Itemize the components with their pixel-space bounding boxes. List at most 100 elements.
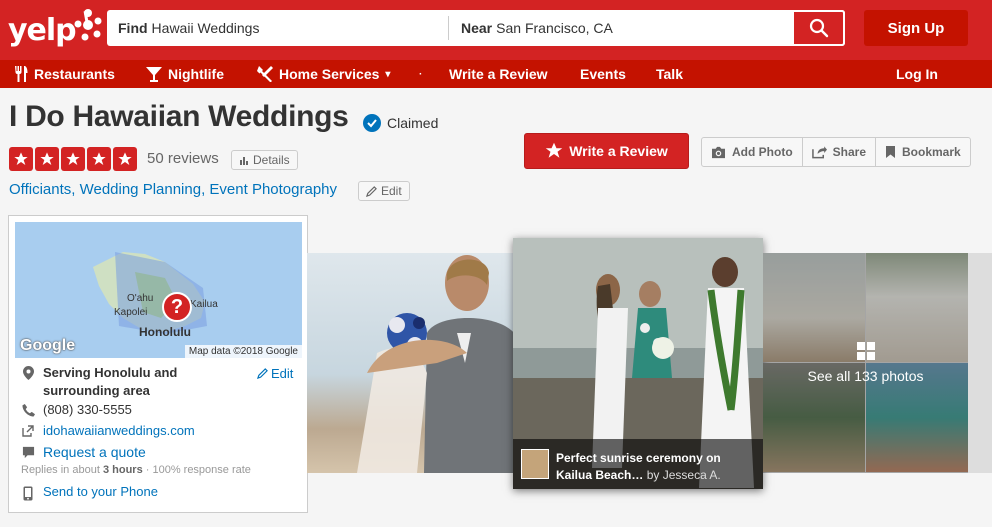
map[interactable]: O'ahu Kapolei Kailua Honolulu ? Google M…	[15, 222, 302, 358]
pencil-icon	[257, 368, 268, 379]
nav-label: Home Services	[279, 66, 380, 82]
nav-events[interactable]: Events	[580, 60, 626, 88]
response-rate: · 100% response rate	[142, 464, 251, 476]
response-time: 3 hours	[102, 464, 143, 476]
nav-home-services[interactable]: Home Services ▾	[257, 60, 390, 88]
search-button[interactable]	[792, 10, 845, 46]
star-icon	[87, 147, 111, 171]
caption-text: Perfect sunrise ceremony on Kailua Beach…	[556, 450, 756, 484]
claimed-badge: Claimed	[363, 114, 438, 132]
website-row: idohawaiianweddings.com	[21, 423, 195, 438]
nav-write-review[interactable]: Write a Review	[449, 60, 548, 88]
star-icon	[35, 147, 59, 171]
add-photo-button[interactable]: Add Photo	[702, 138, 803, 166]
write-review-label: Write a Review	[569, 143, 668, 159]
sign-up-button[interactable]: Sign Up	[864, 10, 968, 46]
nav-bar: Restaurants Nightlife Home Services ▾ · …	[0, 60, 992, 88]
cocktail-icon	[146, 67, 162, 82]
response-prefix: Replies in about	[21, 464, 103, 476]
nav-talk[interactable]: Talk	[656, 60, 683, 88]
star-icon	[545, 142, 563, 158]
nav-nightlife[interactable]: Nightlife	[146, 60, 224, 88]
near-field[interactable]: Near San Francisco, CA	[449, 10, 793, 46]
external-link-icon	[21, 425, 35, 437]
bar-chart-icon	[240, 157, 248, 165]
location-pin-icon	[21, 366, 35, 380]
map-pin-icon[interactable]: ?	[162, 292, 192, 322]
pencil-icon	[366, 185, 377, 197]
details-button[interactable]: Details	[231, 150, 298, 170]
find-value[interactable]: Hawaii Weddings	[152, 20, 260, 36]
find-field[interactable]: Find Hawaii Weddings	[107, 16, 449, 40]
share-button[interactable]: Share	[803, 138, 877, 166]
see-all-photos[interactable]: See all 133 photos	[763, 253, 968, 473]
burst-icon	[74, 9, 102, 41]
edit-categories-button[interactable]: Edit	[358, 181, 410, 201]
phone-number: (808) 330-5555	[43, 402, 132, 417]
website-link[interactable]: idohawaiianweddings.com	[43, 423, 195, 438]
mobile-phone-icon	[21, 486, 35, 501]
service-area: Serving Honolulu and surrounding area	[43, 365, 178, 398]
star-icon	[113, 147, 137, 171]
response-text: Replies in about 3 hours · 100% response…	[21, 464, 251, 476]
send-to-phone-link[interactable]: Send to your Phone	[43, 484, 158, 499]
caption-author[interactable]: by Jesseca A.	[647, 468, 721, 482]
find-label: Find	[118, 20, 148, 36]
logo-text: yelp	[8, 12, 77, 48]
claimed-label: Claimed	[387, 115, 439, 131]
action-button-group: Add Photo Share Bookmark	[701, 137, 971, 167]
star-rating	[9, 147, 137, 171]
chevron-down-icon: ▾	[385, 68, 391, 80]
near-value[interactable]: San Francisco, CA	[496, 20, 613, 36]
request-quote-link[interactable]: Request a quote	[43, 444, 146, 460]
star-icon	[9, 147, 33, 171]
business-name: I Do Hawaiian Weddings	[9, 100, 349, 133]
response-stats: Replies in about 3 hours · 100% response…	[21, 464, 251, 476]
yelp-logo[interactable]: yelp	[8, 9, 102, 50]
nav-login[interactable]: Log In	[896, 60, 938, 88]
location-box: O'ahu Kapolei Kailua Honolulu ? Google M…	[8, 215, 308, 513]
review-count[interactable]: 50 reviews	[147, 150, 219, 167]
search-bar: Find Hawaii Weddings Near San Francisco,…	[107, 10, 845, 46]
see-all-label: See all 133 photos	[807, 368, 924, 384]
map-label-kapolei: Kapolei	[114, 307, 147, 318]
map-label-kailua: Kailua	[190, 299, 218, 310]
nav-restaurants[interactable]: Restaurants	[14, 60, 115, 88]
phone-row: (808) 330-5555	[21, 402, 132, 417]
add-photo-label: Add Photo	[732, 145, 793, 159]
top-header: yelp Find Hawaii Weddings Near San Franc…	[0, 0, 992, 60]
speech-bubble-icon	[21, 446, 35, 459]
featured-caption: Perfect sunrise ceremony on Kailua Beach…	[513, 439, 763, 489]
category-link[interactable]: Wedding Planning	[80, 181, 201, 198]
wedding-photo[interactable]	[307, 253, 514, 473]
verified-check-icon	[363, 114, 381, 132]
share-icon	[811, 146, 827, 159]
details-label: Details	[253, 153, 290, 167]
send-to-phone-row: Send to your Phone	[21, 484, 158, 501]
featured-photo[interactable]: Perfect sunrise ceremony on Kailua Beach…	[513, 238, 763, 489]
user-avatar[interactable]	[521, 449, 549, 479]
map-credit: Map data ©2018 Google	[184, 345, 302, 358]
nav-separator: ·	[419, 68, 423, 80]
edit-service-area-link[interactable]: Edit	[257, 366, 293, 381]
nav-label: Nightlife	[168, 66, 224, 82]
tools-icon	[257, 66, 273, 82]
request-quote-row: Request a quote	[21, 444, 146, 460]
category-link[interactable]: Officiants	[9, 181, 71, 198]
edit-label: Edit	[381, 184, 402, 198]
bookmark-button[interactable]: Bookmark	[876, 138, 970, 166]
bookmark-icon	[886, 146, 896, 158]
write-review-button[interactable]: Write a Review	[524, 133, 689, 169]
category-list: Officiants, Wedding Planning, Event Phot…	[9, 181, 338, 198]
google-logo: Google	[20, 337, 76, 354]
share-label: Share	[832, 145, 867, 159]
service-area-row: Serving Honolulu and surrounding area	[21, 364, 243, 400]
star-icon	[61, 147, 85, 171]
bookmark-label: Bookmark	[902, 145, 961, 159]
map-label-oahu: O'ahu	[127, 293, 153, 304]
near-label: Near	[461, 20, 493, 36]
category-link[interactable]: Event Photography	[209, 181, 337, 198]
camera-icon	[712, 146, 725, 158]
phone-icon	[21, 404, 35, 417]
couple-illustration	[357, 255, 514, 473]
